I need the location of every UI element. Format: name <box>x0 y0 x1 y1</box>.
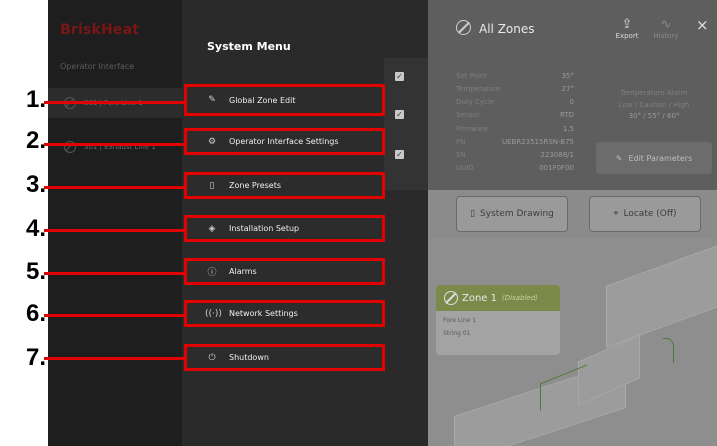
close-icon[interactable]: × <box>696 16 709 34</box>
history-label: History <box>653 32 679 40</box>
export-icon: ⇪ <box>621 17 633 32</box>
callout-line-2 <box>44 143 186 146</box>
pipe-shape <box>606 234 717 348</box>
zone-card-header: Zone 1 (Disabled) <box>436 285 560 311</box>
menu-item-zone-presets[interactable]: ▯ Zone Presets <box>184 172 385 199</box>
row-checkbox[interactable]: ✓ <box>395 150 404 159</box>
pencil-icon: ✎ <box>208 95 216 105</box>
history-icon: ∿ <box>660 17 672 32</box>
field-temperature: Temperature 27° <box>456 85 574 93</box>
callout-number-5: 5. <box>25 258 46 285</box>
alert-icon: ⓘ <box>207 268 217 278</box>
callout-number-7: 7. <box>25 344 46 371</box>
locate-label: Locate (Off) <box>623 209 677 219</box>
export-label: Export <box>615 32 639 40</box>
menu-item-label: Operator Interface Settings <box>229 137 339 146</box>
callout-line-3 <box>44 186 186 189</box>
wireless-icon: ((·)) <box>205 308 222 319</box>
system-drawing-label: System Drawing <box>480 209 554 219</box>
export-button[interactable]: ⇪ Export <box>612 17 642 41</box>
sidebar: BriskHeat Operator Interface S01 | Fore … <box>48 0 182 446</box>
alarm-heading: Temperature Alarm Low / Caution / High <box>618 89 690 109</box>
pencil-icon: ✎ <box>615 153 623 163</box>
edit-parameters-label: Edit Parameters <box>628 153 693 163</box>
callout-line-6 <box>44 314 186 317</box>
field-pn: PN UEBR23515RSN-B75 <box>456 138 574 146</box>
menu-item-shutdown[interactable]: ⏻ Shutdown <box>184 344 385 371</box>
zone-card[interactable]: Zone 1 (Disabled) Fore Line 1 String 01 <box>436 285 560 355</box>
brand-logo: BriskHeat <box>60 22 140 38</box>
menu-item-label: Alarms <box>229 267 257 276</box>
row-checkbox[interactable]: ✓ <box>395 110 404 119</box>
field-firmware: Firmware 1.5 <box>456 125 574 133</box>
callout-number-4: 4. <box>25 215 46 242</box>
system-menu: System Menu ✎ Global Zone Edit ⚙ Operato… <box>182 13 385 443</box>
menu-item-label: Installation Setup <box>229 224 300 233</box>
disabled-icon <box>444 291 458 305</box>
row-checkbox[interactable]: ✓ <box>395 72 404 81</box>
zone-detail-header: All Zones ⇪ Export ∿ History × Set Point… <box>428 0 717 190</box>
callout-line-5 <box>44 272 186 275</box>
wire-shape <box>663 338 674 363</box>
callout-line-1 <box>44 101 186 104</box>
field-sn: SN 223088/1 <box>456 151 574 159</box>
callout-number-1: 1. <box>25 86 46 113</box>
zone-card-status: (Disabled) <box>502 294 538 302</box>
zone-detail-panel: All Zones ⇪ Export ∿ History × Set Point… <box>428 0 717 446</box>
edit-parameters-button[interactable]: ✎ Edit Parameters <box>596 142 712 174</box>
field-sensor: Sensor RTD <box>456 111 574 119</box>
zone-card-line: Fore Line 1 <box>443 317 477 324</box>
field-set-point: Set Point 35° <box>456 72 574 80</box>
panel-title: All Zones <box>479 22 535 36</box>
zone-card-string: String 01 <box>443 330 471 337</box>
location-pin-icon: ⌖ <box>613 209 619 219</box>
callout-number-6: 6. <box>25 300 46 327</box>
alarm-values: 30° / 55° / 60° <box>628 112 680 120</box>
preset-icon: ▯ <box>470 209 476 219</box>
callout-number-3: 3. <box>25 171 46 198</box>
layers-icon: ◈ <box>208 223 216 234</box>
power-icon: ⏻ <box>208 352 216 363</box>
sidebar-item-exhaust-line[interactable]: S01 | Exhaust Line 1 <box>48 132 182 162</box>
menu-item-installation-setup[interactable]: ◈ Installation Setup <box>184 215 385 242</box>
menu-item-label: Shutdown <box>229 353 269 362</box>
menu-item-alarms[interactable]: ⓘ Alarms <box>184 258 385 285</box>
menu-item-network-settings[interactable]: ((·)) Network Settings <box>184 300 385 327</box>
gear-icon: ⚙ <box>207 136 217 147</box>
zone-card-title: Zone 1 <box>462 292 497 304</box>
menu-item-label: Network Settings <box>229 309 298 318</box>
menu-item-global-zone-edit[interactable]: ✎ Global Zone Edit <box>184 84 385 116</box>
menu-item-operator-interface-settings[interactable]: ⚙ Operator Interface Settings <box>184 128 385 155</box>
field-duty-cycle: Duty Cycle 0 <box>456 98 574 106</box>
preset-icon: ▯ <box>209 180 215 191</box>
history-button[interactable]: ∿ History <box>651 17 681 41</box>
sidebar-section-label: Operator Interface <box>60 62 135 71</box>
app-window: BriskHeat Operator Interface S01 | Fore … <box>48 0 717 446</box>
callout-line-7 <box>44 357 186 360</box>
disabled-icon <box>456 20 471 35</box>
callout-number-2: 2. <box>25 127 46 154</box>
field-uuid: UUID 001F0F00 <box>456 164 574 172</box>
callout-line-4 <box>44 229 186 232</box>
menu-item-label: Global Zone Edit <box>229 95 296 105</box>
locate-button[interactable]: ⌖ Locate (Off) <box>589 196 701 232</box>
menu-title: System Menu <box>207 40 291 53</box>
system-drawing-button[interactable]: ▯ System Drawing <box>456 196 568 232</box>
menu-item-label: Zone Presets <box>229 181 282 190</box>
